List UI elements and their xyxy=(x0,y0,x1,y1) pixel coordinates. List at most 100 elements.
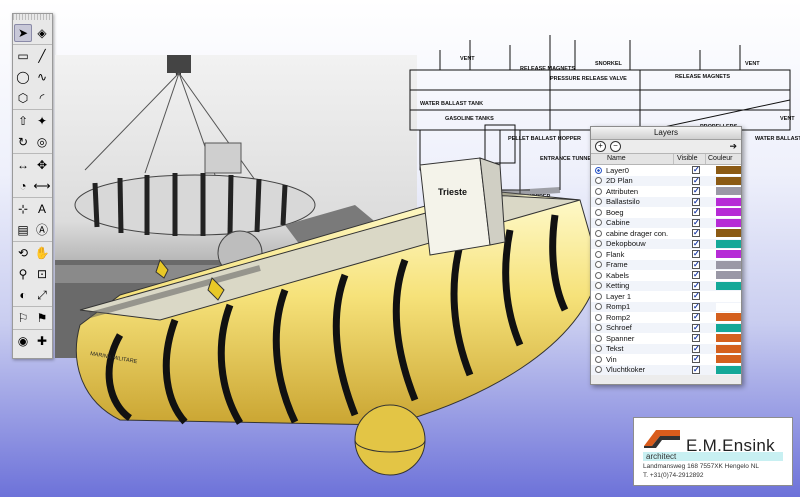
layer-row[interactable]: cabine drager con. ✓ xyxy=(591,228,741,239)
layer-row[interactable]: Layer0 ✓ xyxy=(591,165,741,176)
layer-color-swatch[interactable] xyxy=(716,344,741,353)
active-layer-radio[interactable] xyxy=(595,187,602,195)
layer-row[interactable]: Attributen ✓ xyxy=(591,186,741,197)
active-layer-radio[interactable] xyxy=(595,261,602,269)
active-layer-radio[interactable] xyxy=(595,250,602,258)
look-around-icon[interactable]: ◉ xyxy=(14,332,32,350)
active-layer-radio[interactable] xyxy=(595,303,602,311)
layer-name[interactable]: Romp2 xyxy=(606,313,680,322)
layer-visible-checkbox[interactable]: ✓ xyxy=(692,281,700,290)
layer-color-swatch[interactable] xyxy=(716,208,741,217)
layer-name[interactable]: Vluchtkoker xyxy=(606,365,680,374)
layer-name[interactable]: Kabels xyxy=(606,271,680,280)
section-plane-icon[interactable]: ▤ xyxy=(14,221,32,239)
rectangle-icon[interactable]: ▭ xyxy=(14,47,32,65)
layer-visible-checkbox[interactable]: ✓ xyxy=(692,197,700,206)
active-layer-radio[interactable] xyxy=(595,166,602,174)
layer-color-swatch[interactable] xyxy=(716,355,741,364)
layer-color-swatch[interactable] xyxy=(716,292,741,301)
layer-name[interactable]: Dekopbouw xyxy=(606,239,680,248)
layer-visible-checkbox[interactable]: ✓ xyxy=(692,260,700,269)
layer-visible-checkbox[interactable]: ✓ xyxy=(692,208,700,217)
layer-color-swatch[interactable] xyxy=(716,365,741,374)
select-icon[interactable]: ➤ xyxy=(14,24,32,42)
tape-measure-icon[interactable]: ↔ xyxy=(14,156,32,174)
arc-icon[interactable]: ◜ xyxy=(33,89,51,107)
layer-row[interactable]: Vin ✓ xyxy=(591,354,741,365)
layer-color-swatch[interactable] xyxy=(716,334,741,343)
active-layer-radio[interactable] xyxy=(595,240,602,248)
layer-name[interactable]: Flank xyxy=(606,250,680,259)
offset-icon[interactable]: ◎ xyxy=(33,133,51,151)
layer-row[interactable]: 2D Plan ✓ xyxy=(591,175,741,186)
active-layer-radio[interactable] xyxy=(595,177,602,185)
layer-color-swatch[interactable] xyxy=(716,281,741,290)
text-icon[interactable]: A xyxy=(33,200,51,218)
push-pull-icon[interactable]: ⇧ xyxy=(14,112,32,130)
previous-view-icon[interactable]: ◐ xyxy=(14,286,32,304)
active-layer-radio[interactable] xyxy=(595,366,602,374)
layer-name[interactable]: Ketting xyxy=(606,281,680,290)
paint-bucket-icon[interactable]: ◈ xyxy=(33,24,51,42)
layer-name[interactable]: Vin xyxy=(606,355,680,364)
layer-color-swatch[interactable] xyxy=(716,187,741,196)
active-layer-radio[interactable] xyxy=(595,229,602,237)
layer-visible-checkbox[interactable]: ✓ xyxy=(692,292,700,301)
orbit-icon[interactable]: ⟲ xyxy=(14,244,32,262)
layer-name[interactable]: Frame xyxy=(606,260,680,269)
layer-color-swatch[interactable] xyxy=(716,197,741,206)
layer-visible-checkbox[interactable]: ✓ xyxy=(692,166,700,175)
layer-color-swatch[interactable] xyxy=(716,302,741,311)
layer-name[interactable]: Ballastsilo xyxy=(606,197,680,206)
layer-visible-checkbox[interactable]: ✓ xyxy=(692,365,700,374)
move-icon[interactable]: ✥ xyxy=(33,156,51,174)
layer-visible-checkbox[interactable]: ✓ xyxy=(692,334,700,343)
layer-row[interactable]: Ketting ✓ xyxy=(591,280,741,291)
layer-visible-checkbox[interactable]: ✓ xyxy=(692,302,700,311)
layer-visible-checkbox[interactable]: ✓ xyxy=(692,250,700,259)
rotate-icon[interactable]: ↻ xyxy=(14,133,32,151)
layer-visible-checkbox[interactable]: ✓ xyxy=(692,218,700,227)
layer-row[interactable]: Dekopbouw ✓ xyxy=(591,238,741,249)
column-color-header[interactable]: Couleur xyxy=(705,154,741,164)
follow-me-icon[interactable]: ✦ xyxy=(33,112,51,130)
active-layer-radio[interactable] xyxy=(595,345,602,353)
active-layer-radio[interactable] xyxy=(595,313,602,321)
layer-visible-checkbox[interactable]: ✓ xyxy=(692,176,700,185)
layer-row[interactable]: Spanner ✓ xyxy=(591,333,741,344)
layer-visible-checkbox[interactable]: ✓ xyxy=(692,355,700,364)
add-layer-button[interactable]: + xyxy=(595,141,606,152)
active-layer-radio[interactable] xyxy=(595,282,602,290)
layer-row[interactable]: Ballastsilo ✓ xyxy=(591,196,741,207)
active-layer-radio[interactable] xyxy=(595,324,602,332)
layer-row[interactable]: Cabine ✓ xyxy=(591,217,741,228)
layer-color-swatch[interactable] xyxy=(716,250,741,259)
layer-row[interactable]: Romp1 ✓ xyxy=(591,301,741,312)
position-camera-icon[interactable]: ✚ xyxy=(33,332,51,350)
layer-name[interactable]: Attributen xyxy=(606,187,680,196)
zoom-window-icon[interactable]: ⊡ xyxy=(33,265,51,283)
details-arrow-icon[interactable]: ➔ xyxy=(729,141,737,152)
layer-name[interactable]: Tekst xyxy=(606,344,680,353)
layer-color-swatch[interactable] xyxy=(716,218,741,227)
polygon-icon[interactable]: ⬡ xyxy=(14,89,32,107)
layer-color-swatch[interactable] xyxy=(716,271,741,280)
layer-row[interactable]: Tekst ✓ xyxy=(591,343,741,354)
layer-visible-checkbox[interactable]: ✓ xyxy=(692,187,700,196)
zoom-icon[interactable]: ⚲ xyxy=(14,265,32,283)
layer-row[interactable]: Kabels ✓ xyxy=(591,270,741,281)
layers-panel-title[interactable]: Layers xyxy=(591,127,741,140)
layer-name[interactable]: Spanner xyxy=(606,334,680,343)
axes-icon[interactable]: ⊹ xyxy=(14,200,32,218)
layer-row[interactable]: Romp2 ✓ xyxy=(591,312,741,323)
active-layer-radio[interactable] xyxy=(595,334,602,342)
layer-visible-checkbox[interactable]: ✓ xyxy=(692,229,700,238)
column-visible-header[interactable]: Visible xyxy=(673,154,705,164)
active-layer-radio[interactable] xyxy=(595,198,602,206)
submarine-3d-model[interactable]: Trieste MARINA MILITARE xyxy=(60,150,620,490)
layer-row[interactable]: Vluchtkoker ✓ xyxy=(591,364,741,375)
layer-visible-checkbox[interactable]: ✓ xyxy=(692,271,700,280)
footprints-icon[interactable]: ⚑ xyxy=(33,309,51,327)
column-name-header[interactable]: Name xyxy=(591,154,673,164)
layer-visible-checkbox[interactable]: ✓ xyxy=(692,323,700,332)
